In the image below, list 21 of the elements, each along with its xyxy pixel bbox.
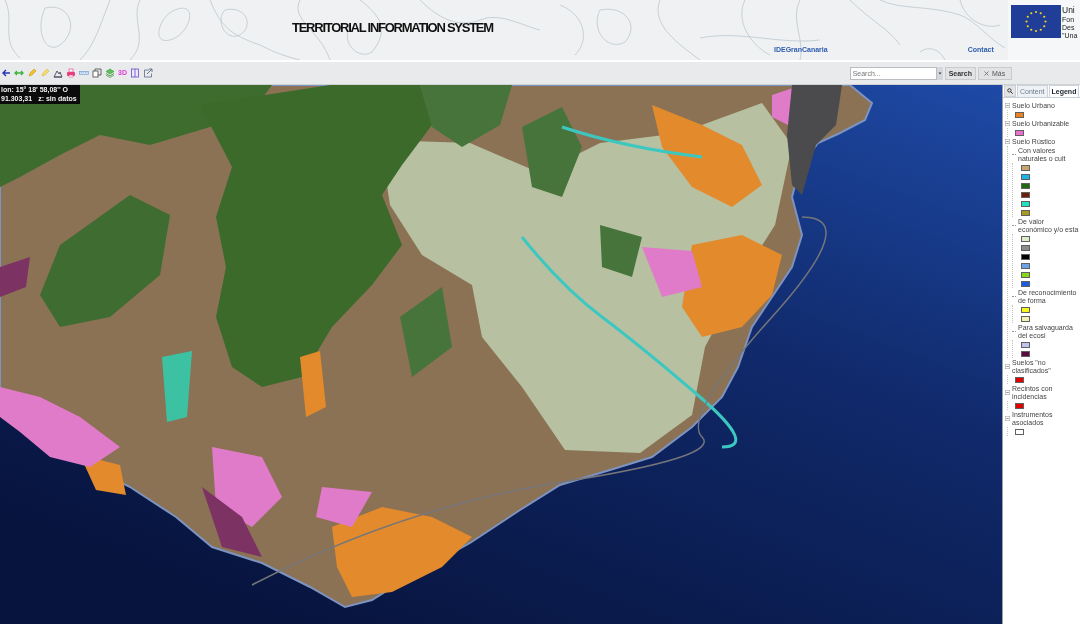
export-icon[interactable] — [142, 68, 153, 78]
collapse-icon[interactable] — [1005, 121, 1010, 126]
collapse-icon[interactable] — [1005, 416, 1010, 421]
logo-text: Uni — [1062, 5, 1076, 16]
collapse-icon[interactable] — [1005, 364, 1010, 369]
search-tab[interactable] — [1004, 85, 1016, 97]
collapse-icon[interactable] — [1005, 103, 1010, 108]
flag-icon — [1011, 5, 1061, 38]
book-icon[interactable] — [129, 68, 140, 78]
collapse-icon[interactable] — [1005, 139, 1010, 144]
arrow-left-icon[interactable] — [1, 68, 11, 78]
app-title: TERRITORIAL INFORMATION SYSTEM — [292, 20, 493, 35]
layers-icon[interactable] — [105, 68, 115, 78]
collapse-icon[interactable] — [1005, 390, 1010, 395]
search-icon — [1007, 88, 1013, 94]
ruler-icon[interactable] — [79, 68, 89, 78]
copy-icon[interactable] — [92, 68, 102, 78]
mountain-icon[interactable] — [53, 68, 63, 78]
dropdown-caret-icon[interactable] — [936, 66, 943, 80]
printer-icon[interactable] — [66, 68, 76, 78]
close-icon — [984, 70, 989, 76]
